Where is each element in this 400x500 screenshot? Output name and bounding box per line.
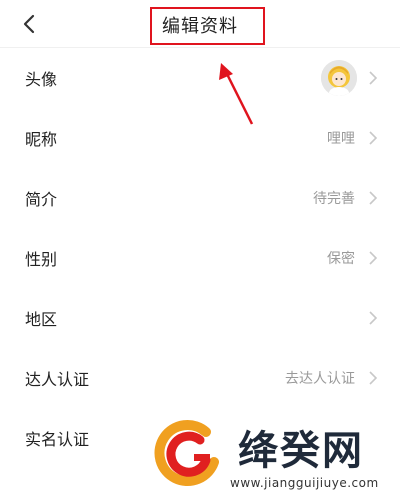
row-value: 待完善 xyxy=(313,191,355,207)
real-name-verification-row[interactable]: 实名认证 xyxy=(0,408,400,468)
row-label: 简介 xyxy=(25,190,58,209)
row-label: 性别 xyxy=(25,250,58,269)
row-label: 实名认证 xyxy=(25,430,90,449)
region-row[interactable]: 地区 xyxy=(0,288,400,348)
row-label: 地区 xyxy=(25,310,58,329)
profile-fields-list: 头像 昵称 哩哩 简介 待完善 性别 保密 地区 达人认证 去达人认证 实名认证 xyxy=(0,48,400,468)
chevron-right-icon xyxy=(369,311,378,325)
row-label: 达人认证 xyxy=(25,370,90,389)
row-value: 哩哩 xyxy=(327,131,355,147)
chevron-right-icon xyxy=(369,371,378,385)
chevron-right-icon xyxy=(369,251,378,265)
row-value: 去达人认证 xyxy=(285,371,355,387)
nickname-row[interactable]: 昵称 哩哩 xyxy=(0,108,400,168)
gender-row[interactable]: 性别 保密 xyxy=(0,228,400,288)
avatar-image xyxy=(321,60,357,96)
row-value: 保密 xyxy=(327,251,355,267)
edit-profile-screen: 编辑资料 头像 昵称 哩哩 简介 待完善 性别 保密 地区 达人认证 去达人认证… xyxy=(0,0,400,500)
page-title: 编辑资料 xyxy=(162,16,238,37)
avatar-row[interactable]: 头像 xyxy=(0,48,400,108)
row-label: 头像 xyxy=(25,70,58,89)
watermark-url: www.jiangguijiuye.com xyxy=(230,476,379,490)
chevron-right-icon xyxy=(369,191,378,205)
chevron-right-icon xyxy=(369,71,378,85)
chevron-right-icon xyxy=(369,131,378,145)
top-bar: 编辑资料 xyxy=(0,0,400,48)
avatar[interactable] xyxy=(321,60,357,96)
bio-row[interactable]: 简介 待完善 xyxy=(0,168,400,228)
influencer-verification-row[interactable]: 达人认证 去达人认证 xyxy=(0,348,400,408)
row-label: 昵称 xyxy=(25,130,58,149)
